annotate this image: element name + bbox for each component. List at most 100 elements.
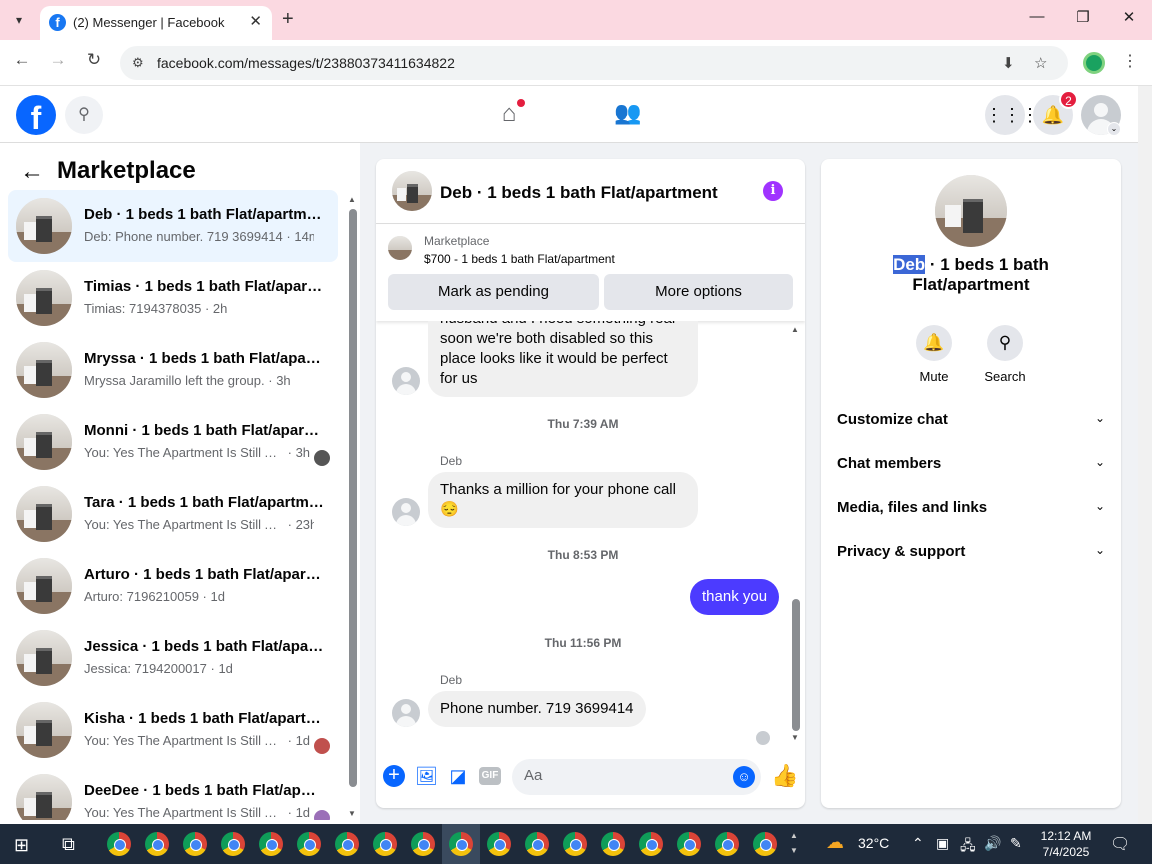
photo-icon[interactable]: 🖼 [415, 765, 438, 787]
facebook-logo-icon[interactable]: f [16, 95, 56, 135]
conversation-item[interactable]: Kisha · 1 beds 1 bath Flat/apartment You… [8, 694, 338, 766]
taskbar-scroll-arrows[interactable]: ▲ ▼ [790, 828, 798, 858]
chat-scrollbar[interactable]: ▲ ▼ [790, 321, 802, 745]
restore-icon[interactable]: ❐ [1068, 8, 1098, 26]
friends-icon[interactable]: 👥 [613, 100, 643, 130]
conversation-item[interactable]: Jessica · 1 beds 1 bath Flat/apartment J… [8, 622, 338, 694]
chrome-app-icon[interactable] [373, 832, 397, 856]
windows-start-icon[interactable]: ⊞ [14, 835, 29, 856]
scroll-up-icon[interactable]: ▲ [348, 195, 356, 204]
mark-as-pending-button[interactable]: Mark as pending [388, 274, 599, 310]
tray-chevron-icon[interactable]: ⌃ [912, 835, 924, 852]
section-customize-chat[interactable]: Customize chat ⌄ [829, 399, 1113, 443]
conversation-item[interactable]: Monni · 1 beds 1 bath Flat/apartment You… [8, 406, 338, 478]
sender-avatar[interactable] [392, 498, 420, 526]
omnibox[interactable]: ⚙ facebook.com/messages/t/23880373411634… [120, 46, 1068, 80]
chrome-app-icon[interactable] [753, 832, 777, 856]
extension-icon[interactable] [1083, 52, 1105, 74]
chrome-app-icon[interactable] [601, 832, 625, 856]
more-options-button[interactable]: More options [604, 274, 793, 310]
network-icon[interactable]: 🖧 [960, 835, 976, 859]
chrome-app-icon[interactable] [487, 832, 511, 856]
chrome-app-icon[interactable] [639, 832, 663, 856]
section-privacy-support[interactable]: Privacy & support ⌄ [829, 531, 1113, 575]
conversation-item[interactable]: Mryssa · 1 beds 1 bath Flat/apartment Mr… [8, 334, 338, 406]
listing-thumbnail[interactable] [388, 236, 412, 260]
tab-close-icon[interactable]: ✕ [249, 12, 262, 30]
info-icon[interactable]: i [763, 181, 783, 201]
chrome-app-icon[interactable] [715, 832, 739, 856]
conversation-name: Deb · 1 beds 1 bath Flat/apartment [84, 206, 324, 223]
page-scrollbar[interactable] [1138, 86, 1152, 824]
volume-icon[interactable]: 🔊 [984, 835, 1001, 852]
pen-icon[interactable]: ✎ [1010, 835, 1022, 852]
sticker-icon[interactable]: ◪ [447, 765, 469, 787]
mute-button[interactable]: 🔔 Mute [904, 325, 964, 384]
search-icon[interactable]: ⚲ [65, 96, 103, 134]
chrome-app-icon[interactable] [183, 832, 207, 856]
chrome-app-icon[interactable] [563, 832, 587, 856]
bookmark-star-icon[interactable]: ☆ [1034, 54, 1047, 72]
message-input[interactable] [524, 767, 714, 784]
browser-menu-icon[interactable]: ⋮ [1122, 51, 1138, 71]
chrome-app-icon[interactable] [297, 832, 321, 856]
temperature[interactable]: 32°C [858, 835, 889, 851]
chrome-app-icon[interactable] [449, 832, 473, 856]
scroll-down-icon[interactable]: ▼ [348, 809, 356, 818]
section-media-files-links[interactable]: Media, files and links ⌄ [829, 487, 1113, 531]
back-arrow-icon[interactable]: ← [20, 158, 44, 186]
conversation-item[interactable]: Deb · 1 beds 1 bath Flat/apartment Deb: … [8, 190, 338, 262]
scroll-down-icon[interactable]: ▼ [791, 733, 799, 742]
chrome-app-icon[interactable] [335, 832, 359, 856]
conversation-item[interactable]: Arturo · 1 beds 1 bath Flat/apartment Ar… [8, 550, 338, 622]
conversation-preview: Timias: 7194378035 · 2h [84, 301, 228, 316]
scroll-up-icon[interactable]: ▲ [791, 325, 799, 334]
meet-icon[interactable]: ▣ [936, 835, 949, 852]
chrome-app-icon[interactable] [411, 832, 435, 856]
new-tab-icon[interactable]: + [282, 8, 294, 31]
chrome-app-icon[interactable] [525, 832, 549, 856]
scroll-thumb[interactable] [792, 599, 800, 731]
listing-thumbnail [16, 198, 72, 254]
notification-center-icon[interactable]: 🗨 [1110, 834, 1130, 854]
minimize-icon[interactable]: — [1022, 8, 1052, 25]
browser-tab[interactable]: f (2) Messenger | Facebook ✕ [40, 6, 272, 40]
thumbs-up-icon[interactable]: 👍 [771, 763, 798, 789]
search-button[interactable]: ⚲ Search [975, 325, 1035, 384]
conversation-item[interactable]: Timias · 1 beds 1 bath Flat/apartment Ti… [8, 262, 338, 334]
weather-icon[interactable]: ☁ [826, 832, 844, 853]
emoji-icon[interactable]: ☺ [733, 766, 755, 788]
chrome-app-icon[interactable] [677, 832, 701, 856]
install-app-icon[interactable]: ⬇ [1002, 54, 1015, 72]
back-icon[interactable]: ← [9, 50, 35, 70]
gif-icon[interactable]: GIF [479, 767, 501, 785]
system-clock[interactable]: 12:12 AM 7/4/2025 [1036, 828, 1096, 860]
reload-icon[interactable]: ↻ [81, 50, 107, 70]
conversation-item[interactable]: DeeDee · 1 beds 1 bath Flat/apartment Yo… [8, 766, 338, 820]
close-window-icon[interactable]: ✕ [1114, 8, 1144, 26]
task-view-icon[interactable]: ⧉ [62, 834, 75, 855]
chrome-app-icon[interactable] [259, 832, 283, 856]
menu-grid-icon[interactable]: ⋮⋮⋮ [985, 95, 1039, 135]
scroll-thumb[interactable] [349, 209, 357, 787]
chrome-app-icon[interactable] [107, 832, 131, 856]
selected-text: Deb [893, 255, 926, 274]
chrome-app-icon[interactable] [145, 832, 169, 856]
chevron-down-icon[interactable]: ⌄ [1107, 122, 1121, 136]
chrome-app-icon[interactable] [221, 832, 245, 856]
plus-icon[interactable]: + [383, 765, 405, 787]
tab-search-icon[interactable]: ▾ [8, 9, 30, 31]
forward-icon[interactable]: → [45, 50, 71, 70]
section-chat-members[interactable]: Chat members ⌄ [829, 443, 1113, 487]
url-text[interactable]: facebook.com/messages/t/2388037341163482… [157, 55, 455, 71]
marketplace-sidebar: ← Marketplace Deb · 1 beds 1 bath Flat/a… [0, 143, 360, 824]
chat-title[interactable]: Deb · 1 beds 1 bath Flat/apartment [440, 183, 718, 203]
conversation-item[interactable]: Tara · 1 beds 1 bath Flat/apartment You:… [8, 478, 338, 550]
site-settings-icon[interactable]: ⚙ [132, 55, 144, 71]
listing-thumbnail[interactable] [392, 171, 432, 211]
sender-avatar[interactable] [392, 699, 420, 727]
sidebar-scrollbar[interactable]: ▲ ▼ [347, 195, 357, 820]
listing-title[interactable]: $700 - 1 beds 1 bath Flat/apartment [424, 252, 615, 266]
listing-thumbnail[interactable] [935, 175, 1007, 247]
sender-avatar[interactable] [392, 367, 420, 395]
